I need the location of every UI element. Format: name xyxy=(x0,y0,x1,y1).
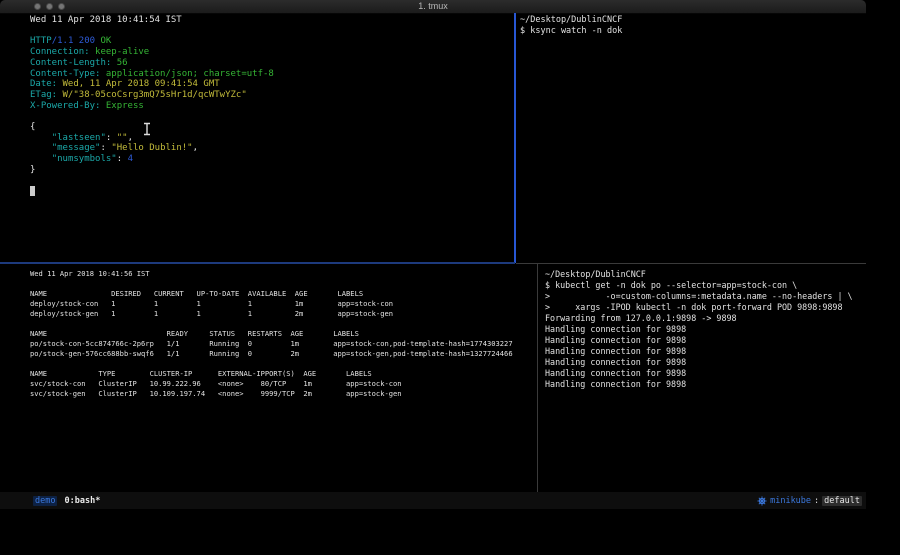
terminal-line: ~/Desktop/DublinCNCF xyxy=(520,15,860,26)
terminal-line: Date: Wed, 11 Apr 2018 09:41:54 GMT xyxy=(30,79,514,90)
terminal-line: Handling connection for 9898 xyxy=(545,368,863,379)
terminal-line: Handling connection for 9898 xyxy=(545,357,863,368)
terminal-line: svc/stock-con ClusterIP 10.99.222.96 <no… xyxy=(30,379,536,389)
terminal-line: $ kubectl get -n dok po --selector=app=s… xyxy=(545,280,863,291)
terminal-line: ETag: W/"38-05coCsrg3mQ75sHr1d/qcWTwYZc" xyxy=(30,90,514,101)
terminal-line xyxy=(30,279,536,289)
window-titlebar[interactable]: 1. tmux xyxy=(0,0,866,14)
terminal-line xyxy=(30,186,514,197)
terminal-line: NAME TYPE CLUSTER-IP EXTERNAL-IPPORT(S) … xyxy=(30,369,536,379)
terminal-line: Handling connection for 9898 xyxy=(545,346,863,357)
terminal-line xyxy=(30,319,536,329)
pane-divider-horizontal-left[interactable] xyxy=(0,262,515,264)
terminal-line: HTTP/1.1 200 OK xyxy=(30,36,514,47)
terminal-line: > xargs -IPOD kubectl -n dok port-forwar… xyxy=(545,302,863,313)
terminal-line: ~/Desktop/DublinCNCF xyxy=(545,269,863,280)
pane-divider-horizontal-right[interactable] xyxy=(516,263,866,264)
terminal-line: svc/stock-gen ClusterIP 10.109.197.74 <n… xyxy=(30,389,536,399)
pane-divider-vertical-top[interactable] xyxy=(514,13,516,263)
terminal-line: { xyxy=(30,122,514,133)
terminal-window: 1. tmux Wed 11 Apr 2018 10:41:54 IST HTT… xyxy=(0,0,866,509)
pane-top-right-ksync[interactable]: ~/Desktop/DublinCNCF$ ksync watch -n dok xyxy=(520,15,860,37)
terminal-line: Handling connection for 9898 xyxy=(545,324,863,335)
terminal-line: po/stock-gen-576cc688bb-swqf6 1/1 Runnin… xyxy=(30,349,536,359)
kube-namespace-badge: default xyxy=(822,496,862,506)
tmux-status-bar: demo 0:bash* minikube : default xyxy=(0,492,866,509)
terminal-line: $ ksync watch -n dok xyxy=(520,26,860,37)
window-title: 1. tmux xyxy=(0,1,866,11)
terminal-line xyxy=(30,359,536,369)
window-tab-bash[interactable]: 0:bash* xyxy=(64,496,100,506)
terminal-line: Content-Type: application/json; charset=… xyxy=(30,69,514,80)
terminal-line: "numsymbols": 4 xyxy=(30,154,514,165)
terminal-line xyxy=(30,26,514,37)
terminal-line: deploy/stock-gen 1 1 1 1 2m app=stock-ge… xyxy=(30,309,536,319)
terminal-line: NAME READY STATUS RESTARTS AGE LABELS xyxy=(30,329,536,339)
terminal-line xyxy=(30,176,514,187)
helm-wheel-icon xyxy=(757,496,767,506)
terminal-line: NAME DESIRED CURRENT UP-TO-DATE AVAILABL… xyxy=(30,289,536,299)
terminal-line: "message": "Hello Dublin!", xyxy=(30,143,514,154)
pane-bottom-left-kubectl-get[interactable]: Wed 11 Apr 2018 10:41:56 IST NAME DESIRE… xyxy=(30,269,536,399)
terminal-line xyxy=(30,111,514,122)
terminal-line: Forwarding from 127.0.0.1:9898 -> 9898 xyxy=(545,313,863,324)
kube-context-name: minikube xyxy=(770,496,811,506)
terminal-line: deploy/stock-con 1 1 1 1 1m app=stock-co… xyxy=(30,299,536,309)
terminal-line: Wed 11 Apr 2018 10:41:56 IST xyxy=(30,269,536,279)
terminal-line: Handling connection for 9898 xyxy=(545,379,863,390)
pane-bottom-right-port-forward[interactable]: ~/Desktop/DublinCNCF$ kubectl get -n dok… xyxy=(545,269,863,390)
status-left: demo 0:bash* xyxy=(33,496,100,506)
pane-top-left-http-response[interactable]: Wed 11 Apr 2018 10:41:54 IST HTTP/1.1 20… xyxy=(30,15,514,197)
pane-divider-vertical-bottom[interactable] xyxy=(537,264,538,492)
terminal-line: Wed 11 Apr 2018 10:41:54 IST xyxy=(30,15,514,26)
session-name-badge: demo xyxy=(33,496,57,506)
context-separator: : xyxy=(814,496,819,506)
terminal-line: X-Powered-By: Express xyxy=(30,101,514,112)
terminal-line: > -o=custom-columns=:metadata.name --no-… xyxy=(545,291,863,302)
terminal-line: Content-Length: 56 xyxy=(30,58,514,69)
terminal-line: Handling connection for 9898 xyxy=(545,335,863,346)
terminal-line: } xyxy=(30,165,514,176)
mouse-text-cursor-icon xyxy=(142,121,153,135)
terminal-line: "lastseen": "", xyxy=(30,133,514,144)
status-right: minikube : default xyxy=(757,496,862,506)
terminal-line: Connection: keep-alive xyxy=(30,47,514,58)
terminal-line: po/stock-con-5cc874766c-2p6rp 1/1 Runnin… xyxy=(30,339,536,349)
